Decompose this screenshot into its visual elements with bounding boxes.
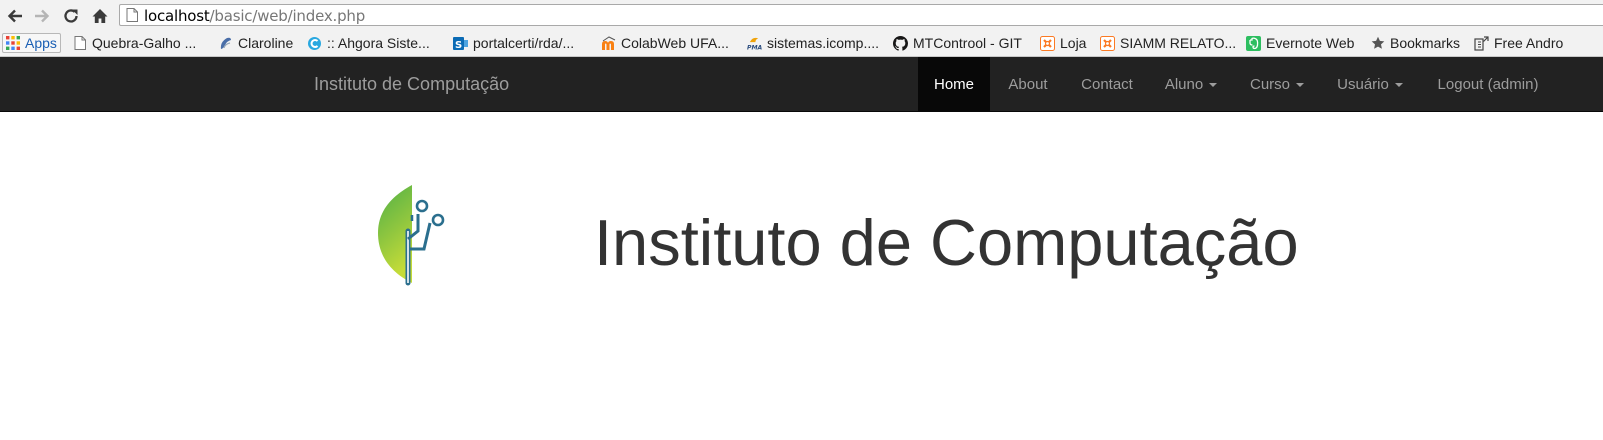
page-icon	[72, 36, 87, 51]
back-button[interactable]	[4, 5, 26, 27]
bookmark-label: Apps	[25, 35, 57, 51]
nav-item-contact[interactable]: Contact	[1066, 57, 1148, 111]
page-title: Instituto de Computação	[594, 206, 1299, 279]
bookmark-label: ColabWeb UFA...	[621, 35, 729, 51]
bookmark-loja[interactable]: Loja	[1040, 33, 1086, 53]
bookmark-label: Quebra-Galho ...	[92, 35, 197, 51]
bookmark-label: Evernote Web	[1266, 35, 1355, 51]
claroline-icon	[218, 36, 233, 51]
nav-item-home[interactable]: Home	[918, 57, 990, 111]
site-navbar: Instituto de Computação Home About Conta…	[0, 57, 1603, 112]
nav-item-label: Usuário	[1337, 76, 1389, 93]
xampp-icon	[1040, 35, 1055, 51]
bookmark-label: sistemas.icomp....	[767, 35, 880, 51]
bookmark-label: :: Ahgora Siste...	[327, 35, 430, 51]
url-path: /basic/web/index.php	[209, 7, 366, 25]
bookmark-label: Claroline	[238, 35, 294, 51]
bookmarks-bar: Apps Quebra-Galho ... Claroline :: Ahgor…	[0, 31, 1603, 57]
bookmark-claroline[interactable]: Claroline	[218, 33, 293, 53]
svg-text:S: S	[455, 40, 462, 51]
browser-toolbar: localhost/basic/web/index.php	[0, 0, 1603, 31]
moodle-icon	[601, 35, 616, 51]
caret-down-icon	[1394, 83, 1403, 88]
bookmark-label: SIAMM RELATO...	[1120, 35, 1237, 51]
address-bar[interactable]: localhost/basic/web/index.php	[119, 4, 1603, 26]
back-arrow-icon	[7, 9, 22, 23]
bookmark-label: portalcerti/rda/...	[473, 35, 575, 51]
bookmark-bookmarks-folder[interactable]: Bookmarks	[1370, 33, 1460, 53]
nav-item-label: Home	[933, 76, 974, 93]
evernote-icon	[1246, 35, 1261, 51]
leaf-circuit-logo	[372, 183, 452, 287]
nav-item-aluno-dropdown[interactable]: Aluno	[1148, 57, 1234, 111]
bookmark-evernote[interactable]: Evernote Web	[1246, 33, 1354, 53]
github-icon	[893, 35, 908, 51]
bookmark-mtcontrool-git[interactable]: MTControol - GIT	[893, 33, 1022, 53]
nav-item-label: Logout (admin)	[1437, 76, 1539, 93]
bookmark-quebra-galho[interactable]: Quebra-Galho ...	[72, 33, 196, 53]
xampp-icon	[1100, 35, 1115, 51]
bookmark-ahgora[interactable]: :: Ahgora Siste...	[307, 33, 430, 53]
star-icon	[1370, 36, 1385, 51]
nav-item-label: Curso	[1249, 76, 1290, 93]
bookmark-site-icon	[1474, 35, 1489, 51]
nav-item-usuario-dropdown[interactable]: Usuário	[1320, 57, 1420, 111]
bookmark-label: MTControol - GIT	[913, 35, 1022, 51]
bookmark-portalcerti[interactable]: S portalcerti/rda/...	[453, 33, 574, 53]
nav-item-about[interactable]: About	[990, 57, 1066, 111]
forward-arrow-icon	[35, 9, 50, 23]
reload-button[interactable]	[60, 5, 82, 27]
caret-down-icon	[1209, 83, 1218, 88]
bookmark-sistemas-icomp[interactable]: PMA sistemas.icomp....	[747, 33, 879, 53]
nav-item-logout[interactable]: Logout (admin)	[1420, 57, 1556, 111]
ahgora-icon	[307, 36, 322, 51]
page-icon	[126, 8, 138, 22]
nav-item-label: Contact	[1081, 76, 1133, 93]
nav-item-label: About	[1008, 76, 1048, 93]
pma-icon: PMA	[747, 36, 762, 51]
url-text[interactable]: localhost/basic/web/index.php	[144, 7, 365, 25]
home-button[interactable]	[89, 5, 111, 27]
bookmark-apps[interactable]: Apps	[2, 33, 61, 53]
forward-button[interactable]	[31, 5, 53, 27]
bookmark-siamm[interactable]: SIAMM RELATO...	[1100, 33, 1236, 53]
caret-down-icon	[1296, 83, 1304, 88]
bookmark-label: Bookmarks	[1390, 35, 1461, 51]
bookmark-label: Loja	[1060, 35, 1087, 51]
url-host: localhost	[144, 7, 210, 25]
nav-item-label: Aluno	[1164, 76, 1204, 93]
apps-grid-icon	[5, 36, 20, 51]
navbar-brand[interactable]: Instituto de Computação	[314, 74, 509, 95]
bookmark-colabweb[interactable]: ColabWeb UFA...	[601, 33, 729, 53]
home-icon	[92, 9, 108, 23]
nav-item-curso-dropdown[interactable]: Curso	[1234, 57, 1320, 111]
reload-icon	[64, 9, 78, 23]
bookmark-label: Free Andro	[1494, 35, 1564, 51]
svg-text:PMA: PMA	[747, 44, 762, 50]
sharepoint-icon: S	[453, 36, 468, 51]
bookmark-free-android[interactable]: Free Andro	[1474, 33, 1563, 53]
